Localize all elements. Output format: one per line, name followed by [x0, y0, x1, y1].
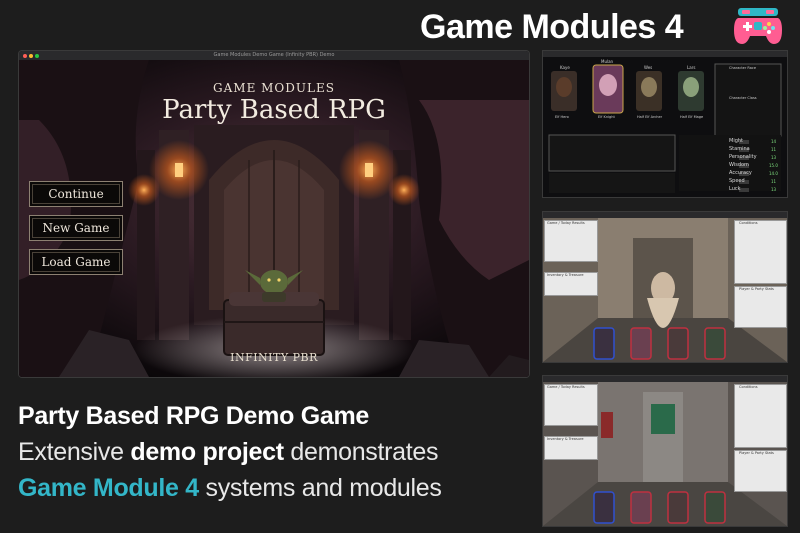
headline-line-1: Party Based RPG Demo Game	[18, 402, 369, 430]
headline-line-3-post: systems and modules	[198, 474, 442, 502]
race-title: Character Race	[729, 66, 756, 70]
headline-line-2: Extensive demo project demonstrates	[18, 438, 439, 467]
stat-wisdom-value: 15.0	[769, 163, 778, 168]
close-icon[interactable]	[23, 53, 27, 58]
stat-stamina: Stamina	[729, 146, 750, 152]
stat-might: Might	[729, 138, 744, 144]
today-results-title: Game / Today Results	[547, 385, 585, 389]
headline-line-2-pre: Extensive	[18, 438, 131, 466]
party-gameplay-screenshot-2: Game / Today Results Inventory & Treasur…	[543, 376, 787, 526]
window-titlebar: Game Modules Demo Game (Infinity PBR) De…	[19, 51, 529, 60]
main-game-window: Game Modules Demo Game (Infinity PBR) De…	[19, 51, 529, 377]
party-stats-panel	[734, 286, 787, 328]
stat-might-value: 14	[771, 139, 777, 144]
party-gameplay-screenshot-1: Game / Today Results Inventory & Treasur…	[543, 212, 787, 362]
today-results-panel	[544, 384, 598, 426]
char-class-1: Elf Hero	[555, 115, 569, 119]
stat-speed-value: 11	[771, 179, 777, 184]
headline-line-3-accent: Game Module 4	[18, 474, 199, 502]
game-title: Party Based RPG	[162, 95, 386, 125]
stat-speed: Speed	[729, 178, 745, 184]
headline-line-2-bold: demo project	[130, 438, 284, 466]
minimize-icon[interactable]	[29, 53, 33, 58]
stat-wisdom: Wisdom	[729, 162, 749, 168]
party-stats-title: Player & Party Stats	[739, 451, 774, 455]
headline-line-2-post: demonstrates	[283, 438, 439, 466]
character-portraits	[543, 57, 787, 197]
today-results-title: Game / Today Results	[547, 221, 585, 225]
stat-stamina-value: 11	[771, 147, 777, 152]
window-title: Game Modules Demo Game (Infinity PBR) De…	[213, 52, 335, 58]
char-name-2: Mulan	[601, 59, 614, 64]
party-stats-panel	[734, 450, 787, 492]
char-class-2: Elf Knight	[598, 115, 615, 119]
character-creation-screenshot: Kaye Mulan Wes Lars Elf Hero Elf Knight …	[543, 51, 787, 197]
stat-accuracy: Accuracy	[729, 170, 752, 176]
gamepad-icon	[734, 8, 782, 44]
load-game-button[interactable]: Load Game	[29, 249, 123, 275]
brand-title: Game Modules 4	[420, 8, 684, 46]
game-modules-label: GAME MODULES	[213, 81, 335, 95]
conditions-title: Conditions	[739, 221, 758, 225]
stat-luck: Luck	[729, 186, 741, 192]
inventory-title: Inventory & Treasure	[547, 437, 584, 441]
conditions-title: Conditions	[739, 385, 758, 389]
inventory-title: Inventory & Treasure	[547, 273, 584, 277]
char-name-4: Lars	[687, 65, 696, 70]
stat-luck-value: 13	[771, 187, 777, 192]
conditions-panel	[734, 384, 787, 448]
char-class-3: Half Elf Archer	[637, 115, 663, 119]
continue-button[interactable]: Continue	[29, 181, 123, 207]
headline-line-3: Game Module 4 systems and modules	[18, 474, 442, 503]
char-name-1: Kaye	[560, 65, 570, 70]
party-stats-title: Player & Party Stats	[739, 287, 774, 291]
maximize-icon[interactable]	[35, 53, 39, 58]
stat-accuracy-value: 14.0	[769, 171, 778, 176]
conditions-panel	[734, 220, 787, 284]
class-title: Character Class	[729, 96, 757, 100]
new-game-button[interactable]: New Game	[29, 215, 123, 241]
char-name-3: Wes	[644, 65, 653, 70]
char-class-4: Half Elf Mage	[680, 115, 704, 119]
infinity-pbr-logo: INFINITY PBR	[230, 351, 318, 364]
stat-personality: Personality	[729, 154, 757, 160]
today-results-panel	[544, 220, 598, 262]
stat-personality-value: 13	[771, 155, 777, 160]
